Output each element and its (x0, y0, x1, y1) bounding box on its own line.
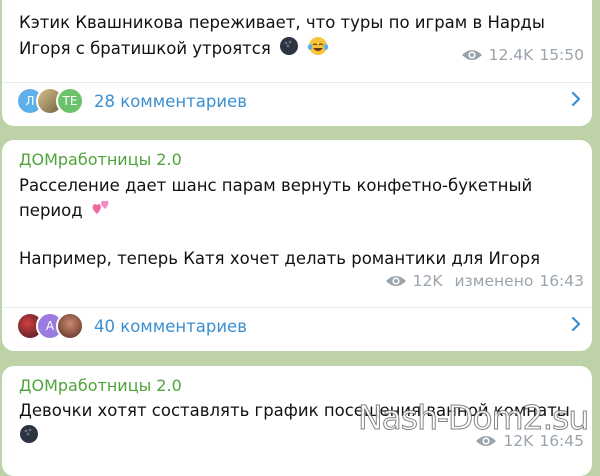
chevron-right-icon (570, 90, 582, 112)
comments-count-label: 28 комментариев (94, 91, 247, 111)
eye-icon (461, 48, 483, 62)
channel-name[interactable]: ДОМработницы 2.0 (19, 376, 182, 395)
message-text-line: Кэтик Квашникова переживает, что туры по… (19, 13, 545, 32)
eye-icon (385, 274, 407, 288)
message-time: 16:43 (539, 272, 584, 290)
comments-button[interactable]: Л ТЕ 28 комментариев (16, 84, 582, 118)
commenter-avatars: А (16, 312, 84, 340)
laughing-tears-emoji (307, 36, 329, 63)
message-text-line: Например, теперь Катя хочет делать роман… (19, 249, 541, 268)
commenter-avatars: Л ТЕ (16, 87, 84, 115)
message-meta: 12K изменено 16:43 (385, 272, 584, 290)
message-card: Кэтик Квашникова переживает, что туры по… (2, 0, 592, 126)
message-time: 15:50 (539, 46, 584, 64)
channel-name[interactable]: ДОМработницы 2.0 (19, 150, 182, 169)
message-card: ДОМработницы 2.0 Расселение дает шанс па… (2, 140, 592, 351)
message-text-line: период (19, 201, 83, 220)
avatar (56, 312, 84, 340)
avatar: ТЕ (56, 87, 84, 115)
comments-button[interactable]: А 40 комментариев (16, 309, 582, 343)
bowling-ball-emoji (279, 36, 299, 63)
message-meta: 12.4K 15:50 (461, 46, 584, 64)
edited-label: изменено (454, 272, 534, 290)
message-text-line: Игоря с братишкой утроятся (19, 39, 271, 58)
divider (2, 82, 592, 83)
message-text-line: Расселение дает шанс парам вернуть конфе… (19, 176, 533, 195)
view-count: 12K (412, 272, 443, 290)
watermark: Nash-Dom2.su (357, 398, 589, 438)
two-hearts-emoji (91, 198, 113, 225)
bowling-ball-emoji (19, 424, 39, 451)
comments-count-label: 40 комментариев (94, 316, 247, 336)
chevron-right-icon (570, 315, 582, 337)
view-count: 12.4K (488, 46, 534, 64)
divider (2, 307, 592, 308)
